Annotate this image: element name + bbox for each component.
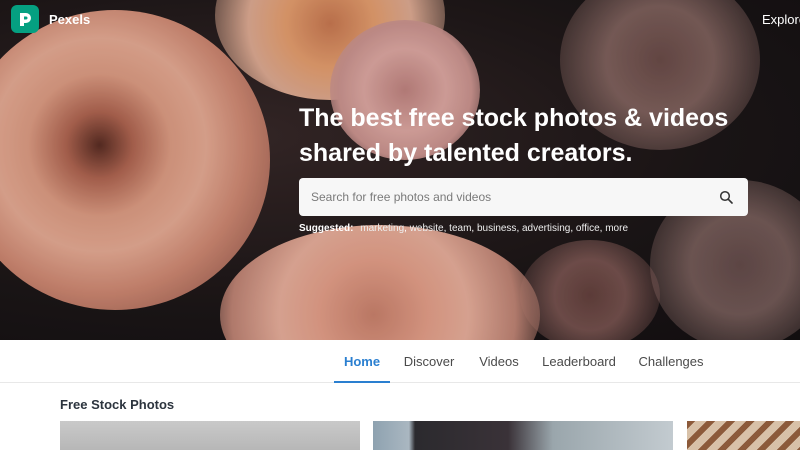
pexels-logo-icon (11, 5, 39, 33)
suggested-tag-website[interactable]: website (410, 223, 444, 234)
hero-headline: The best free stock photos & videos shar… (299, 104, 729, 167)
tab-discover[interactable]: Discover (398, 340, 460, 383)
suggested-tag-more[interactable]: more (605, 223, 628, 234)
suggested-tag-team[interactable]: team (449, 223, 471, 234)
tab-challenges[interactable]: Challenges (633, 340, 709, 383)
search-input[interactable] (311, 190, 716, 204)
suggested-tag-marketing[interactable]: marketing (360, 223, 404, 234)
search-icon[interactable] (716, 187, 736, 207)
main-nav-tabs: Home Discover Videos Leaderboard Challen… (0, 340, 800, 383)
photo-card[interactable] (60, 421, 360, 450)
section-title: Free Stock Photos (60, 397, 175, 412)
brand-home-link[interactable]: Pexels (11, 5, 90, 33)
suggested-tag-office[interactable]: office (576, 223, 600, 234)
suggested-tag-business[interactable]: business (477, 223, 516, 234)
photo-card[interactable] (373, 421, 673, 450)
tab-home[interactable]: Home (334, 340, 390, 383)
suggested-searches: Suggested: marketing, website, team, bus… (299, 223, 629, 234)
hero-banner: Pexels Explore The best free stock photo… (0, 0, 800, 340)
explore-menu-link[interactable]: Explore (762, 12, 800, 27)
tab-leaderboard[interactable]: Leaderboard (538, 340, 620, 383)
photo-card[interactable] (687, 421, 800, 450)
pexels-home-page: Pexels Explore The best free stock photo… (0, 0, 800, 450)
brand-name: Pexels (49, 11, 91, 27)
suggested-tag-advertising[interactable]: advertising (522, 223, 570, 234)
tab-videos[interactable]: Videos (472, 340, 526, 383)
search-bar (299, 178, 748, 216)
suggested-label: Suggested: (299, 223, 354, 234)
